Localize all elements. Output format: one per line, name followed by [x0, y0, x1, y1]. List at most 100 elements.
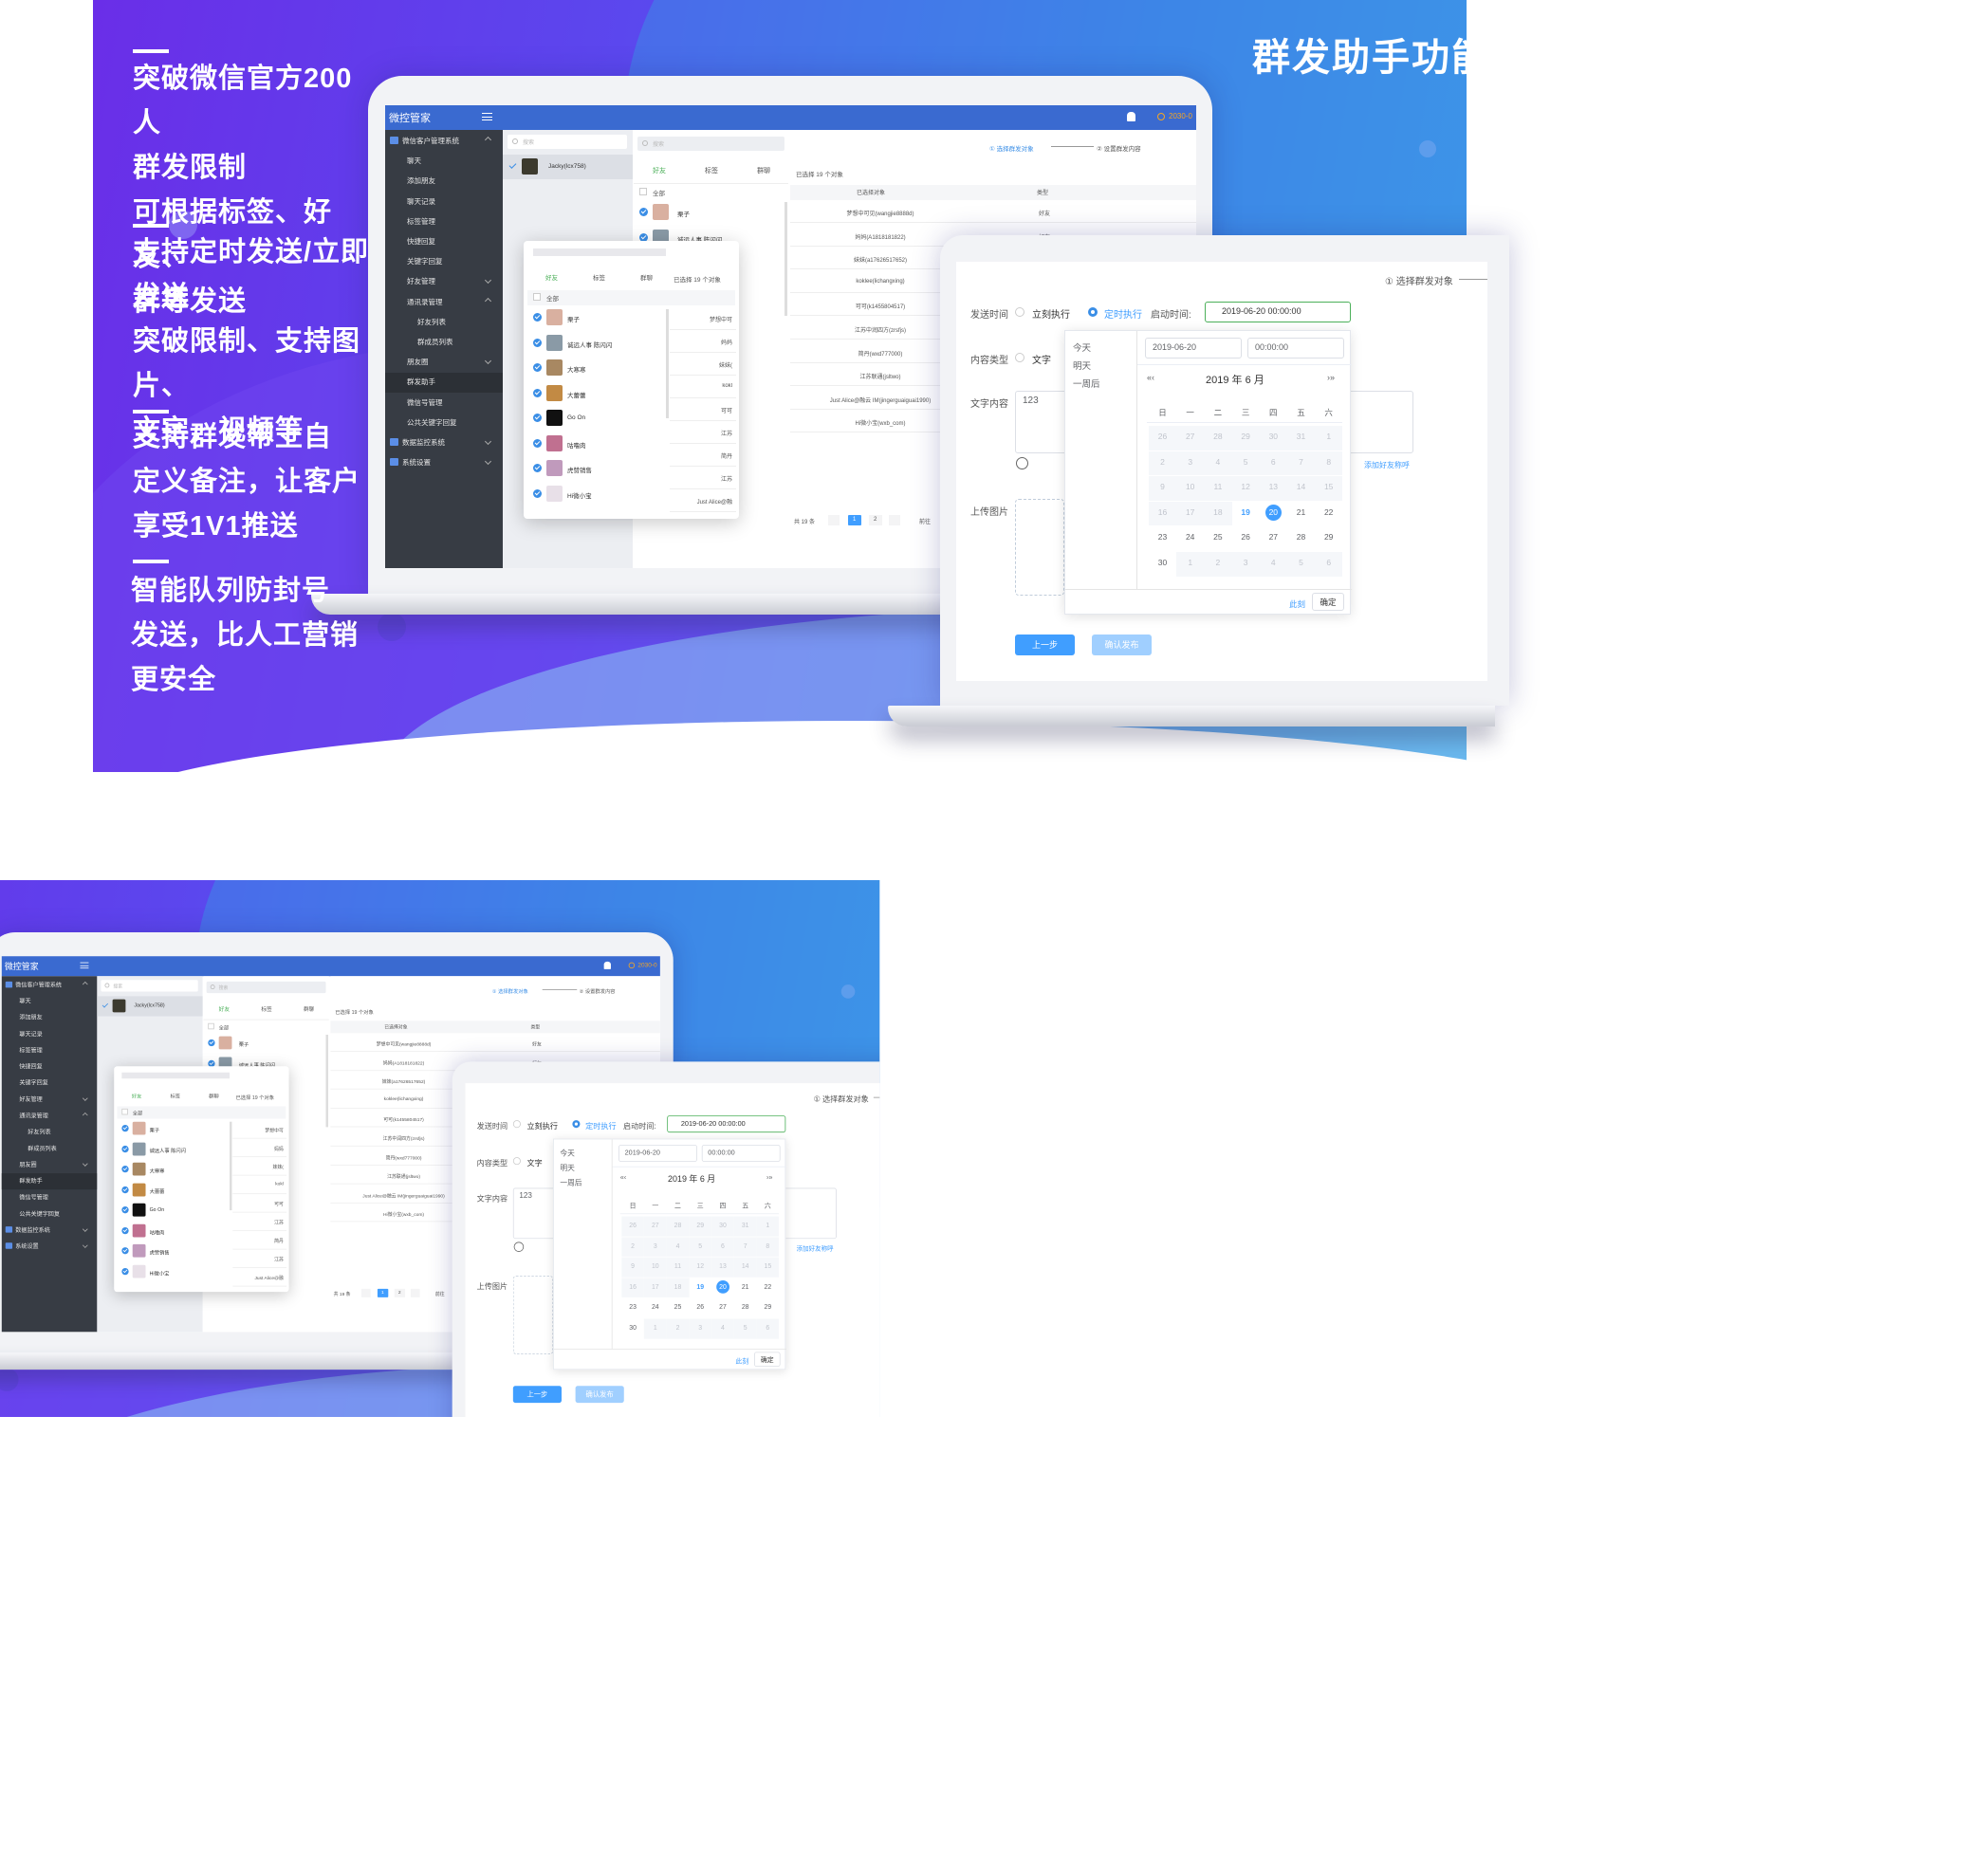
- ok-button[interactable]: 确定: [1312, 593, 1344, 611]
- pager-prev[interactable]: [360, 1288, 371, 1297]
- popup-friend-check[interactable]: [121, 1247, 129, 1255]
- popup-tab-1[interactable]: 标签: [171, 1092, 181, 1099]
- immediate-radio[interactable]: [512, 1120, 521, 1129]
- search-input[interactable]: 搜索: [101, 980, 198, 992]
- date-input[interactable]: 2019-06-20: [1145, 338, 1242, 359]
- calendar-day[interactable]: 3: [1232, 558, 1260, 567]
- popup-friend-check[interactable]: [121, 1226, 129, 1234]
- sidebar-item-2[interactable]: 添加朋友: [385, 172, 503, 192]
- popup-friend-check[interactable]: [121, 1124, 129, 1132]
- calendar-day[interactable]: 4: [711, 1323, 734, 1331]
- checkbox[interactable]: [533, 293, 541, 301]
- calendar-day[interactable]: 25: [667, 1303, 690, 1311]
- calendar-day[interactable]: 18: [1204, 507, 1231, 517]
- emoji-icon[interactable]: [1016, 457, 1028, 469]
- calendar-day[interactable]: 26: [1232, 532, 1260, 542]
- sidebar-item-6[interactable]: 关键字回复: [385, 252, 503, 272]
- sidebar-item-0[interactable]: 微信客户管理系统: [2, 978, 98, 994]
- calendar-day[interactable]: 20: [711, 1282, 734, 1290]
- upload-box[interactable]: [1015, 499, 1064, 596]
- now-button[interactable]: 此刻: [1289, 598, 1305, 610]
- calendar-day[interactable]: 22: [1315, 507, 1342, 517]
- add-nickname-link[interactable]: 添加好友称呼: [1364, 460, 1410, 470]
- pager-next[interactable]: [410, 1288, 420, 1297]
- popup-tab-0[interactable]: 好友: [132, 1092, 142, 1099]
- calendar-day[interactable]: 29: [757, 1303, 780, 1311]
- sidebar-item-10[interactable]: 群成员列表: [2, 1141, 98, 1157]
- sidebar-item-8[interactable]: 通讯录管理: [2, 1109, 98, 1125]
- tab-0[interactable]: 好友: [219, 1005, 230, 1013]
- calendar-day[interactable]: 29: [689, 1221, 711, 1228]
- calendar-day[interactable]: 15: [757, 1262, 780, 1270]
- sidebar-item-4[interactable]: 标签管理: [385, 212, 503, 232]
- sidebar-item-15[interactable]: 数据监控系统: [385, 433, 503, 453]
- shortcut-1[interactable]: 明天: [1073, 359, 1091, 372]
- popup-friend-check[interactable]: [533, 313, 542, 322]
- ok-button[interactable]: 确定: [753, 1352, 781, 1367]
- calendar-day[interactable]: 29: [1315, 532, 1342, 542]
- text-radio[interactable]: [1015, 353, 1024, 362]
- sidebar-item-3[interactable]: 聊天记录: [385, 193, 503, 212]
- account-item[interactable]: Jacky(lcx758): [97, 996, 203, 1017]
- calendar-day[interactable]: 26: [1149, 432, 1176, 441]
- calendar-day[interactable]: 1: [1315, 432, 1342, 441]
- calendar-day[interactable]: 31: [1287, 432, 1315, 441]
- calendar-day[interactable]: 18: [667, 1282, 690, 1290]
- popup-friend-check[interactable]: [533, 388, 542, 397]
- calendar-day[interactable]: 31: [734, 1221, 757, 1228]
- time-input[interactable]: 00:00:00: [701, 1145, 781, 1162]
- popup-friend-check[interactable]: [121, 1145, 129, 1152]
- calendar-day[interactable]: 14: [734, 1262, 757, 1270]
- popup-friend-check[interactable]: [533, 438, 542, 448]
- calendar-day[interactable]: 10: [644, 1262, 667, 1270]
- start-time-input[interactable]: 2019-06-20 00:00:00: [667, 1115, 786, 1133]
- sidebar-item-1[interactable]: 聊天: [385, 152, 503, 172]
- popup-friend-check[interactable]: [533, 464, 542, 472]
- emoji-icon[interactable]: [513, 1241, 525, 1252]
- immediate-radio[interactable]: [1015, 307, 1024, 317]
- popup-friend-check[interactable]: [121, 1267, 129, 1275]
- calendar-day[interactable]: 28: [1204, 432, 1231, 441]
- tab-1[interactable]: 标签: [705, 166, 718, 175]
- sidebar-item-6[interactable]: 关键字回复: [2, 1076, 98, 1092]
- calendar-day[interactable]: 3: [689, 1323, 711, 1331]
- sidebar-item-11[interactable]: 朋友圈: [385, 353, 503, 373]
- calendar-day[interactable]: 25: [1204, 532, 1231, 542]
- calendar-day[interactable]: 19: [689, 1282, 711, 1290]
- sidebar-item-13[interactable]: 微信号管理: [2, 1190, 98, 1206]
- scheduled-radio[interactable]: [1088, 307, 1098, 317]
- calendar-day[interactable]: 24: [1176, 532, 1204, 542]
- calendar-day[interactable]: 2: [621, 1241, 644, 1249]
- popup-friend-check[interactable]: [533, 488, 542, 498]
- calendar-day[interactable]: 6: [757, 1323, 780, 1331]
- tab-1[interactable]: 标签: [261, 1005, 271, 1013]
- checkbox[interactable]: [208, 1022, 214, 1030]
- calendar-day[interactable]: 23: [621, 1303, 644, 1311]
- shortcut-2[interactable]: 一周后: [560, 1176, 581, 1187]
- calendar-day[interactable]: 17: [1176, 507, 1204, 517]
- sidebar-item-5[interactable]: 快捷回复: [2, 1059, 98, 1076]
- popup-friend-check[interactable]: [121, 1165, 129, 1173]
- calendar-day[interactable]: 29: [1232, 432, 1260, 441]
- calendar-day[interactable]: 22: [757, 1282, 780, 1290]
- calendar-day[interactable]: 27: [644, 1221, 667, 1228]
- upload-box[interactable]: [512, 1276, 554, 1354]
- sidebar-item-12[interactable]: 群发助手: [385, 373, 503, 394]
- calendar-day[interactable]: 21: [734, 1282, 757, 1290]
- sidebar-item-11[interactable]: 朋友圈: [2, 1157, 98, 1173]
- sidebar-item-3[interactable]: 聊天记录: [2, 1027, 98, 1043]
- calendar-day[interactable]: 30: [1260, 432, 1287, 441]
- calendar-day[interactable]: 30: [1149, 558, 1176, 567]
- popup-search-input[interactable]: [533, 248, 666, 256]
- calendar-day[interactable]: 5: [689, 1241, 711, 1249]
- next-year-icon[interactable]: ›»: [1327, 373, 1335, 382]
- calendar-day[interactable]: 30: [621, 1323, 644, 1331]
- shortcut-1[interactable]: 明天: [560, 1162, 574, 1172]
- calendar-day[interactable]: 21: [1287, 507, 1315, 517]
- account-item[interactable]: Jacky(lcx758): [503, 155, 633, 179]
- calendar-day[interactable]: 3: [1176, 457, 1204, 467]
- calendar-day[interactable]: 14: [1287, 482, 1315, 491]
- scrollbar[interactable]: [784, 202, 787, 316]
- sidebar-item-9[interactable]: 好友列表: [385, 313, 503, 333]
- shortcut-0[interactable]: 今天: [1073, 340, 1091, 354]
